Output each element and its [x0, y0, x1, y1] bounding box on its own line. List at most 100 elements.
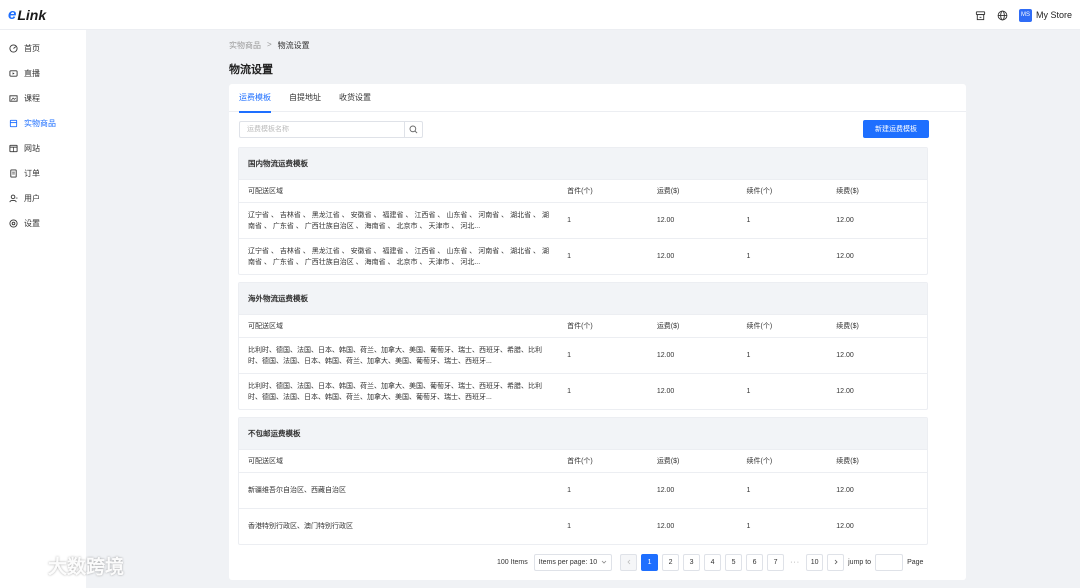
sidebar-item-orders[interactable]: 订单	[0, 161, 86, 186]
sidebar-item-label: 实物商品	[24, 119, 56, 128]
page-button-6[interactable]: 6	[746, 553, 764, 571]
jump-to-label: jump to	[848, 558, 872, 566]
dashboard-icon	[9, 44, 18, 53]
website-icon	[9, 144, 18, 153]
new-template-button[interactable]: 新建运费模板	[863, 120, 929, 138]
breadcrumb-parent[interactable]: 实物商品	[229, 40, 261, 51]
table-row[interactable]: 香港特别行政区、澳门特别行政区 1 12.00 1 12.00	[239, 508, 927, 544]
sidebar-item-label: 设置	[24, 219, 40, 228]
tab-bar: 运费模板 自提地址 收货设置	[229, 84, 966, 113]
col-first: 首件(个)	[567, 323, 593, 330]
breadcrumb: 实物商品 > 物流设置	[229, 40, 310, 51]
col-first: 首件(个)	[567, 458, 593, 465]
cell-region: 比利时、德国、法国、日本、韩国、荷兰、加拿大、美国、葡萄牙、瑞士、西班牙、希腊、…	[248, 382, 542, 401]
sidebar-item-course[interactable]: 课程	[0, 86, 86, 111]
col-region: 可配送区域	[248, 322, 283, 330]
section-title: 海外物流运费模板	[239, 283, 927, 314]
col-fee: 运费($)	[656, 188, 680, 195]
page-button-3[interactable]: 3	[683, 553, 701, 571]
store-icon[interactable]	[975, 9, 987, 21]
sidebar-item-live[interactable]: 直播	[0, 61, 86, 86]
top-bar: e Link MS My Store	[0, 0, 1080, 30]
cell-fee: 12.00	[656, 253, 675, 260]
content-card: 运费模板 自提地址 收货设置 新建运费模板 国内物流运费模板 可配送区域 首件(…	[229, 84, 966, 580]
pagination: 100 Items Items per page: 10 1 2 3 4 5 6…	[497, 553, 923, 571]
cell-first: 1	[567, 253, 571, 260]
order-icon	[10, 169, 17, 178]
table-row[interactable]: 辽宁省 、 吉林省 、 黑龙江省 、 安徽省 、 福建省 、 江西省 、 山东省…	[239, 202, 927, 238]
course-icon	[9, 95, 18, 102]
cell-region: 新疆维吾尔自治区、西藏自治区	[248, 487, 346, 494]
table-row[interactable]: 比利时、德国、法国、日本、韩国、荷兰、加拿大、美国、葡萄牙、瑞士、西班牙、希腊、…	[239, 373, 927, 409]
store-switcher[interactable]: MS My Store	[1018, 8, 1072, 22]
sidebar-item-settings[interactable]: 设置	[0, 211, 86, 236]
elink-logo[interactable]: e Link	[8, 6, 46, 23]
total-items: 100 Items	[497, 558, 528, 566]
page-button-last[interactable]: 10	[806, 553, 824, 571]
chevron-left-icon	[627, 559, 630, 565]
sidebar-item-products[interactable]: 实物商品	[0, 111, 86, 136]
cell-next: 1	[746, 352, 751, 359]
sidebar-item-home[interactable]: 首页	[0, 36, 86, 61]
cell-fee: 12.00	[656, 388, 675, 395]
watermark-text: 大数跨境	[48, 557, 125, 578]
page-button-5[interactable]: 5	[725, 553, 743, 571]
tab-shipping-templates[interactable]: 运费模板	[239, 84, 271, 113]
cell-region: 比利时、德国、法国、日本、韩国、荷兰、加拿大、美国、葡萄牙、瑞士、西班牙、希腊、…	[248, 346, 542, 365]
page-button-2[interactable]: 2	[662, 553, 680, 571]
tab-pickup-address[interactable]: 自提地址	[289, 84, 321, 112]
page-size-select[interactable]: Items per page: 10	[533, 553, 613, 571]
prev-page-button[interactable]	[620, 553, 638, 571]
chevron-down-icon	[601, 560, 607, 564]
next-page-button[interactable]	[827, 553, 845, 571]
settings-icon	[9, 219, 18, 228]
page-size-value: Items per page: 10	[538, 558, 598, 566]
page-ellipsis[interactable]: ···	[788, 559, 802, 566]
watermark-logo-icon	[11, 555, 43, 575]
table-row[interactable]: 辽宁省 、 吉林省 、 黑龙江省 、 安徽省 、 福建省 、 江西省 、 山东省…	[239, 238, 927, 274]
page-title: 物流设置	[229, 64, 273, 76]
table-row[interactable]: 新疆维吾尔自治区、西藏自治区 1 12.00 1 12.00	[239, 472, 927, 508]
template-section-no-free-shipping: 不包邮运费模板 可配送区域 首件(个) 运费($) 续件(个) 续费($) 新疆…	[238, 417, 928, 545]
page-button-1[interactable]: 1	[641, 553, 659, 571]
cell-first: 1	[567, 523, 571, 530]
sidebar-item-label: 用户	[24, 194, 40, 203]
col-region: 可配送区域	[248, 457, 283, 465]
jump-to-input[interactable]	[875, 553, 904, 571]
globe-icon[interactable]	[997, 9, 1009, 21]
sidebar-item-label: 网站	[24, 144, 40, 153]
cell-next: 1	[746, 487, 751, 494]
page-button-7[interactable]: 7	[767, 553, 785, 571]
col-next: 续件(个)	[746, 458, 773, 465]
cell-fee: 12.00	[656, 523, 675, 530]
cell-next: 1	[746, 253, 751, 260]
cell-next-fee: 12.00	[836, 523, 854, 530]
search-button[interactable]	[404, 122, 422, 137]
col-fee: 运费($)	[656, 458, 680, 465]
breadcrumb-separator: >	[267, 40, 272, 49]
cell-next-fee: 12.00	[836, 253, 854, 260]
sidebar-item-label: 直播	[24, 69, 40, 78]
sidebar: 首页 直播 课程 实物商品 网站 订单 用户 设置	[0, 30, 86, 588]
sidebar-item-label: 订单	[24, 169, 40, 178]
logo-e: e	[8, 6, 17, 23]
page-button-4[interactable]: 4	[704, 553, 722, 571]
chevron-right-icon	[834, 559, 838, 565]
tab-receipt-settings[interactable]: 收货设置	[339, 84, 371, 112]
cell-first: 1	[567, 352, 571, 359]
product-icon	[9, 119, 18, 128]
sidebar-item-label: 首页	[24, 44, 40, 53]
search-input[interactable]	[240, 122, 404, 137]
cell-fee: 12.00	[656, 352, 675, 359]
table-header: 可配送区域 首件(个) 运费($) 续件(个) 续费($)	[239, 179, 927, 202]
cell-next-fee: 12.00	[836, 352, 854, 359]
sidebar-item-users[interactable]: 用户	[0, 186, 86, 211]
table-row[interactable]: 比利时、德国、法国、日本、韩国、荷兰、加拿大、美国、葡萄牙、瑞士、西班牙、希腊、…	[239, 337, 927, 373]
cell-next: 1	[746, 388, 751, 395]
col-next-fee: 续费($)	[836, 188, 859, 195]
template-section-overseas: 海外物流运费模板 可配送区域 首件(个) 运费($) 续件(个) 续费($) 比…	[238, 282, 928, 410]
cell-first: 1	[567, 217, 571, 224]
sidebar-item-website[interactable]: 网站	[0, 136, 86, 161]
sidebar-item-label: 课程	[24, 94, 40, 103]
col-region: 可配送区域	[248, 187, 283, 195]
